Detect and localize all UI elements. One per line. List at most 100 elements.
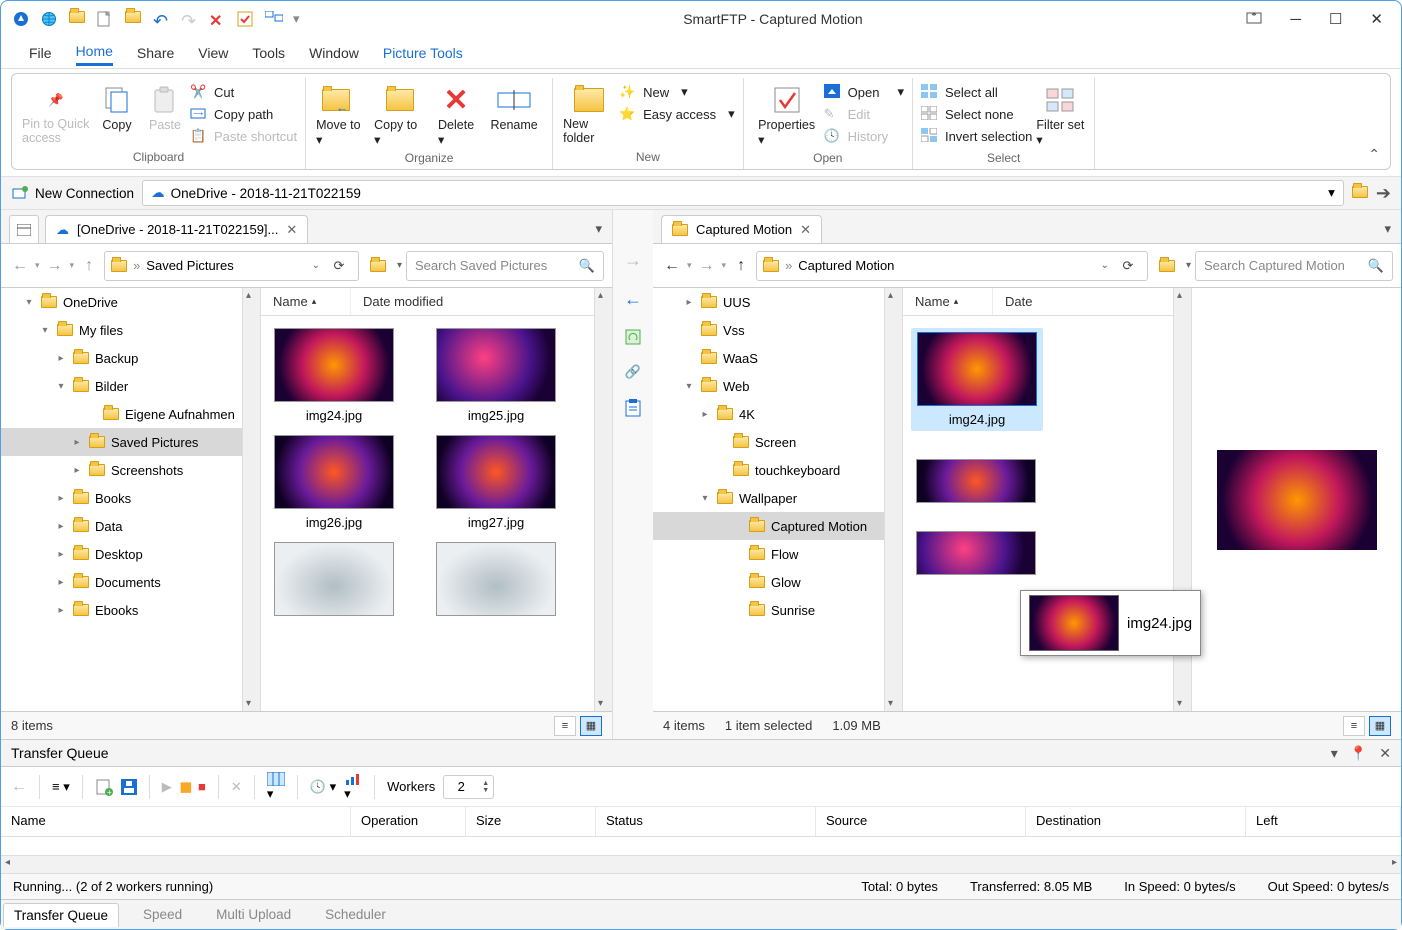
pause-button[interactable]: ▮▮	[180, 779, 190, 795]
collapse-ribbon-icon[interactable]: ⌃	[1368, 146, 1380, 163]
new-item-button[interactable]: ✨New ▾	[619, 84, 735, 100]
close-tab-icon[interactable]: ✕	[800, 222, 811, 238]
properties-button[interactable]: Properties▾	[752, 80, 822, 149]
copy-button[interactable]: Copy	[94, 80, 140, 134]
file-thumbnail[interactable]	[269, 542, 399, 616]
spin-down-icon[interactable]: ▼	[482, 787, 489, 794]
tree-item[interactable]: ▸Ebooks	[1, 596, 260, 624]
tab-file[interactable]: File	[29, 41, 52, 65]
check-icon[interactable]	[237, 11, 253, 27]
tree-item[interactable]: ▸UUS	[653, 288, 902, 316]
expand-icon[interactable]: ▾	[39, 325, 51, 336]
stop-button[interactable]: ■	[198, 779, 206, 794]
maximize-button[interactable]: ☐	[1329, 10, 1342, 28]
file-thumbnail[interactable]	[911, 531, 1041, 575]
expand-icon[interactable]: ▸	[699, 409, 711, 420]
chevron-down-icon[interactable]: ▾	[397, 260, 402, 271]
expand-icon[interactable]: ▸	[71, 437, 83, 448]
tree-item[interactable]: ▸4K	[653, 400, 902, 428]
windows-layout-icon[interactable]	[265, 11, 281, 27]
tree-item[interactable]: WaaS	[653, 344, 902, 372]
search-input[interactable]: Search Saved Pictures🔍	[406, 251, 604, 281]
refresh-button[interactable]: ⟳	[326, 258, 352, 274]
expand-icon[interactable]: ▾	[683, 381, 695, 392]
forward-button[interactable]: →	[696, 255, 718, 277]
pin-icon[interactable]: 📍	[1350, 745, 1367, 762]
back-button[interactable]: ←	[661, 255, 683, 277]
tree-scrollbar[interactable]	[884, 288, 902, 711]
thumbnails-view-button[interactable]: ▦	[580, 716, 602, 736]
transfer-right-icon[interactable]: →	[624, 250, 642, 271]
up-button[interactable]: ↑	[730, 255, 752, 277]
copy-path-button[interactable]: ⟶Copy path	[190, 106, 297, 122]
expand-icon[interactable]: ▸	[55, 521, 67, 532]
tree-item[interactable]: Sunrise	[653, 596, 902, 624]
close-icon[interactable]: ✕	[1379, 745, 1391, 762]
back-button[interactable]: ←	[11, 778, 27, 796]
tree-item[interactable]: ▸Saved Pictures	[1, 428, 260, 456]
priority-button[interactable]: ▾	[344, 772, 362, 802]
list-view-button[interactable]: ≡ ▾	[52, 779, 70, 795]
link-folder-button[interactable]	[363, 251, 393, 281]
file-thumbnail[interactable]: img24.jpg	[911, 328, 1043, 431]
tree-item[interactable]: ▾My files	[1, 316, 260, 344]
paste-shortcut-button[interactable]: 📋Paste shortcut	[190, 128, 297, 144]
new-folder-button[interactable]: New folder	[561, 80, 617, 148]
left-tree[interactable]: ▾OneDrive▾My files▸Backup▾BilderEigene A…	[1, 288, 261, 711]
tree-item[interactable]: ▸Screenshots	[1, 456, 260, 484]
connection-dropdown[interactable]: ☁ OneDrive - 2018-11-21T022159 ▾	[142, 180, 1344, 206]
expand-icon[interactable]: ▾	[55, 381, 67, 392]
refresh-button[interactable]: ⟳	[1115, 258, 1141, 274]
pane-menu-button[interactable]	[9, 215, 39, 243]
tree-item[interactable]: ▾Wallpaper	[653, 484, 902, 512]
expand-icon[interactable]: ▾	[699, 493, 711, 504]
schedule-button[interactable]: 🕓 ▾	[310, 779, 336, 795]
tree-item[interactable]: ▸Data	[1, 512, 260, 540]
expand-icon[interactable]: ▸	[55, 549, 67, 560]
workers-input[interactable]: ▲▼	[443, 775, 494, 799]
clipboard-icon[interactable]	[624, 398, 642, 418]
tab-list-dropdown[interactable]: ▾	[1384, 221, 1401, 243]
up-button[interactable]: ↑	[78, 255, 100, 277]
expand-icon[interactable]: ▾	[23, 297, 35, 308]
play-button[interactable]: ▶	[162, 779, 172, 795]
bottom-tab-multi[interactable]: Multi Upload	[206, 903, 301, 926]
ribbon-display-icon[interactable]	[1246, 12, 1262, 26]
thumbnails-view-button[interactable]: ▦	[1369, 716, 1391, 736]
tree-item[interactable]: ▸Desktop	[1, 540, 260, 568]
forward-history-dropdown[interactable]: ▾	[722, 260, 727, 271]
favorite-icon[interactable]	[1352, 186, 1368, 201]
paste-button[interactable]: Paste	[142, 80, 188, 134]
sync-icon[interactable]	[624, 328, 642, 346]
remove-button[interactable]: ✕	[231, 779, 242, 795]
bottom-tab-scheduler[interactable]: Scheduler	[315, 903, 396, 926]
left-file-list[interactable]: Name▴ Date modified img24.jpgimg25.jpgim…	[261, 288, 612, 711]
undo-icon[interactable]: ↶	[153, 11, 169, 27]
right-tree[interactable]: ▸UUSVssWaaS▾Web▸4KScreentouchkeyboard▾Wa…	[653, 288, 903, 711]
right-doc-tab[interactable]: Captured Motion ✕	[661, 215, 822, 243]
tree-item[interactable]: ▾OneDrive	[1, 288, 260, 316]
open-folder-icon[interactable]	[69, 11, 85, 27]
tree-item[interactable]: Screen	[653, 428, 902, 456]
go-icon[interactable]: ➔	[1376, 183, 1391, 204]
file-thumbnail[interactable]: img26.jpg	[269, 435, 399, 530]
new-connection-button[interactable]: New Connection	[11, 185, 134, 201]
delete-button[interactable]: ✕ Delete▾	[430, 80, 482, 149]
tab-window[interactable]: Window	[309, 41, 359, 65]
new-document-icon[interactable]	[97, 11, 113, 27]
rename-button[interactable]: Rename	[484, 80, 544, 134]
search-input[interactable]: Search Captured Motion🔍	[1195, 251, 1393, 281]
move-to-button[interactable]: ← Move to ▾	[314, 80, 370, 149]
columns-button[interactable]: ▾	[267, 772, 285, 802]
link-icon[interactable]: 🔗	[625, 364, 641, 380]
tree-item[interactable]: ▾Bilder	[1, 372, 260, 400]
bottom-tab-speed[interactable]: Speed	[133, 903, 192, 926]
tab-tools[interactable]: Tools	[252, 41, 285, 65]
forward-button[interactable]: →	[44, 255, 66, 277]
pin-to-quick-access-button[interactable]: 📌 Pin to Quick access	[20, 80, 92, 148]
list-scrollbar[interactable]	[594, 288, 612, 711]
tree-item[interactable]: Captured Motion	[653, 512, 902, 540]
filter-set-button[interactable]: Filter set ▾	[1034, 80, 1086, 149]
forward-history-dropdown[interactable]: ▾	[70, 260, 75, 271]
link-folder-button[interactable]	[1152, 251, 1182, 281]
